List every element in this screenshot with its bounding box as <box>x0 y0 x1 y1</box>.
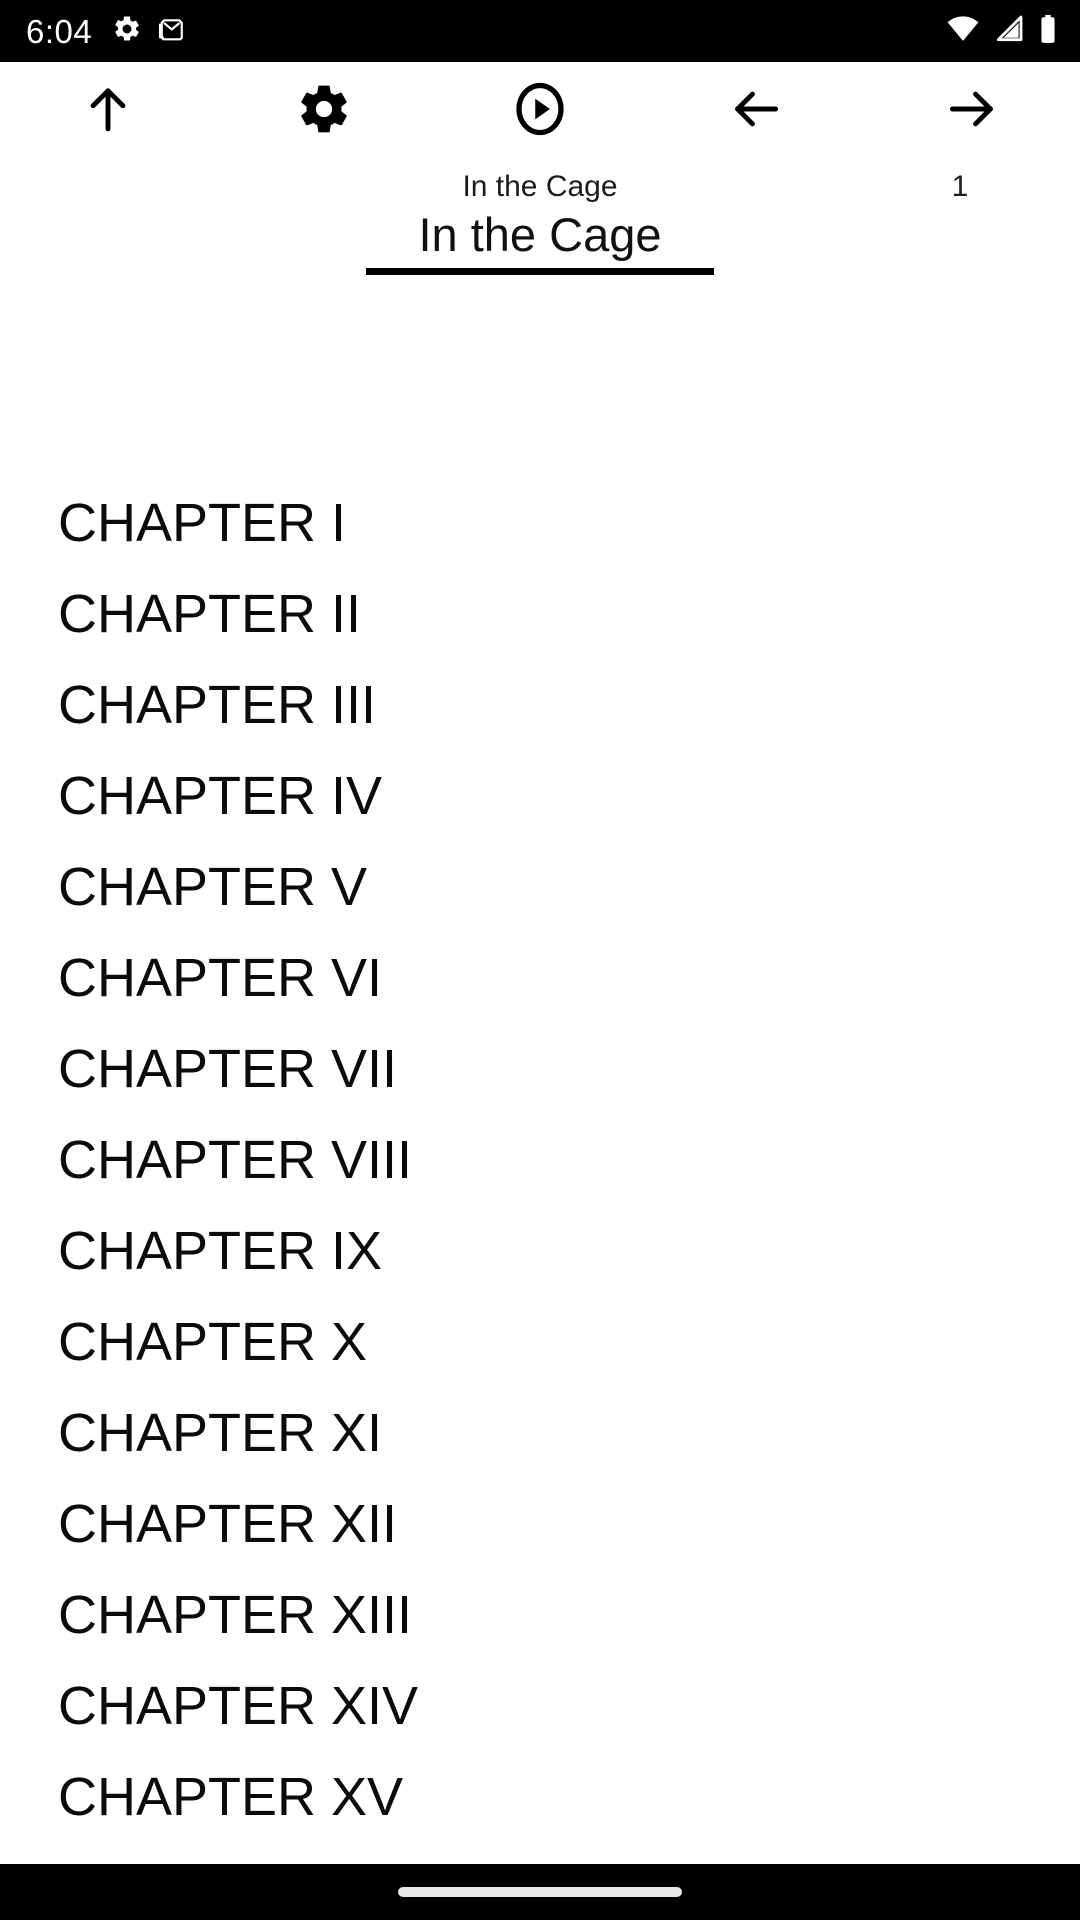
title-underline-rule <box>366 268 714 275</box>
app-toolbar <box>0 62 1080 158</box>
screen-root: 6:04 In the Cage 1 In the Cage CHAPTER I… <box>0 0 1080 1920</box>
toc-item[interactable]: CHAPTER II <box>0 569 1080 660</box>
home-gesture-pill[interactable] <box>398 1887 682 1897</box>
toc-item[interactable]: CHAPTER XIV <box>0 1661 1080 1752</box>
arrow-left-icon <box>728 81 784 140</box>
settings-button[interactable] <box>216 62 432 158</box>
play-button[interactable] <box>432 62 648 158</box>
toc-item[interactable]: CHAPTER X <box>0 1297 1080 1388</box>
arrow-up-icon <box>80 81 136 140</box>
wifi-icon <box>946 15 980 48</box>
document-title-container: In the Cage <box>0 204 1080 308</box>
scroll-to-top-button[interactable] <box>0 62 216 158</box>
toc-item[interactable]: CHAPTER IV <box>0 751 1080 842</box>
settings-gear-icon <box>112 14 142 49</box>
system-navigation-bar <box>0 1864 1080 1920</box>
toc-item[interactable]: CHAPTER IX <box>0 1206 1080 1297</box>
document-content: CHAPTER I CHAPTER II CHAPTER III CHAPTER IV… <box>0 308 1080 1864</box>
gear-icon <box>296 81 352 140</box>
status-bar: 6:04 <box>0 0 1080 62</box>
status-bar-clock: 6:04 <box>26 12 93 50</box>
table-of-contents: CHAPTER I CHAPTER II CHAPTER III CHAPTER IV… <box>0 478 1080 1843</box>
arrow-right-icon <box>944 81 1000 140</box>
toc-item[interactable]: CHAPTER XV <box>0 1752 1080 1843</box>
document-header: In the Cage 1 In the Cage <box>0 158 1080 308</box>
toc-item[interactable]: CHAPTER V <box>0 842 1080 933</box>
page-title: In the Cage <box>418 208 662 261</box>
toc-item[interactable]: CHAPTER VII <box>0 1024 1080 1115</box>
battery-full-icon <box>1038 14 1058 49</box>
toc-item[interactable]: CHAPTER XI <box>0 1388 1080 1479</box>
status-bar-notification-icons <box>112 14 188 49</box>
status-bar-system-icons <box>946 14 1058 49</box>
next-button[interactable] <box>864 62 1080 158</box>
toc-item[interactable]: CHAPTER VIII <box>0 1115 1080 1206</box>
play-circle-icon <box>510 79 570 142</box>
toc-item[interactable]: CHAPTER I <box>0 478 1080 569</box>
toc-item[interactable]: CHAPTER XIII <box>0 1570 1080 1661</box>
cellular-signal-icon <box>993 15 1025 48</box>
toc-item[interactable]: CHAPTER VI <box>0 933 1080 1024</box>
toc-item[interactable]: CHAPTER III <box>0 660 1080 751</box>
toc-item[interactable]: CHAPTER XII <box>0 1479 1080 1570</box>
previous-button[interactable] <box>648 62 864 158</box>
gmail-icon <box>158 14 188 49</box>
